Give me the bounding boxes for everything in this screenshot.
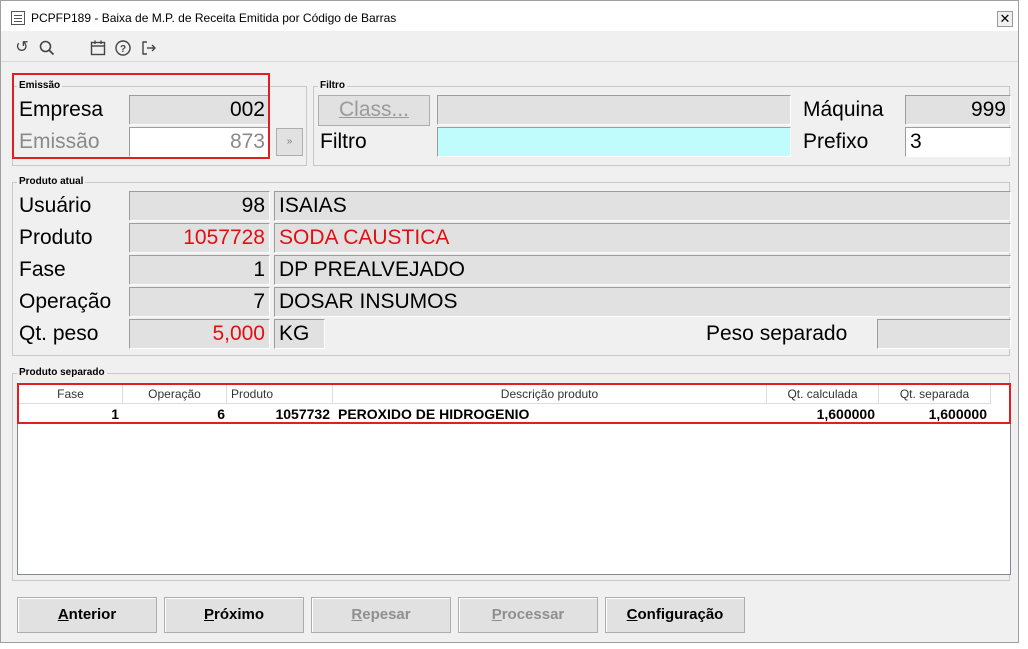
qtpeso-unit-field: KG (274, 319, 325, 349)
cell-qt-separada: 1,600000 (928, 406, 987, 422)
emissao-group-title: Emissão (17, 80, 63, 91)
produto-separado-group-title: Produto separado (17, 367, 107, 378)
anterior-button[interactable]: Anterior (17, 597, 157, 633)
maquina-label: Máquina (803, 98, 884, 121)
operacao-code-field: 7 (129, 287, 270, 317)
produto-separado-table[interactable]: Fase Operação Produto Descrição produto … (17, 383, 1011, 575)
window-title: PCPFP189 - Baixa de M.P. de Receita Emit… (31, 11, 397, 25)
main-window: PCPFP189 - Baixa de M.P. de Receita Emit… (0, 0, 1019, 643)
emissao-label: Emissão (19, 130, 100, 153)
close-button[interactable]: ✕ (997, 11, 1013, 27)
filtro-label: Filtro (320, 130, 367, 153)
operacao-name-field: DOSAR INSUMOS (274, 287, 1011, 317)
filtro-group-title: Filtro (318, 80, 347, 91)
cell-operacao: 6 (217, 406, 225, 422)
processar-button-label: rocessar (501, 606, 565, 623)
emissao-field[interactable]: 873 (129, 127, 270, 157)
app-icon (11, 11, 25, 25)
toolbar: ↺ ? (1, 32, 1018, 62)
anterior-button-mnemonic: A (57, 606, 69, 623)
operacao-label: Operação (19, 290, 112, 313)
prefixo-label: Prefixo (803, 130, 869, 153)
empresa-field[interactable]: 002 (129, 95, 270, 125)
repesar-button-mnemonic: R (351, 606, 363, 623)
anterior-button-label: nterior (68, 606, 117, 623)
configuracao-button[interactable]: Configuração (605, 597, 745, 633)
cell-produto: 1057732 (275, 406, 330, 422)
configuracao-button-mnemonic: C (626, 606, 638, 623)
column-header-operacao[interactable]: Operação (123, 385, 227, 404)
emissao-picker-button[interactable]: » (276, 128, 303, 156)
proximo-button-label: róximo (214, 606, 265, 623)
proximo-button-mnemonic: P (203, 606, 214, 623)
exit-icon[interactable] (140, 39, 158, 57)
peso-separado-label: Peso separado (706, 322, 848, 345)
class-field (437, 95, 791, 125)
repesar-button-label: epesar (362, 606, 411, 623)
peso-separado-field (877, 319, 1011, 349)
usuario-name-field: ISAIAS (274, 191, 1011, 221)
produto-name-field: SODA CAUSTICA (274, 223, 1011, 253)
column-header-produto[interactable]: Produto (227, 385, 333, 404)
column-header-qt-calculada[interactable]: Qt. calculada (767, 385, 879, 404)
repesar-button[interactable]: Repesar (311, 597, 451, 633)
produto-atual-group-title: Produto atual (17, 176, 86, 187)
column-header-descricao[interactable]: Descrição produto (333, 385, 767, 404)
window-edge-bottom (0, 643, 1028, 649)
configuracao-button-label: onfiguração (637, 606, 724, 623)
cell-descricao: PEROXIDO DE HIDROGENIO (338, 406, 530, 422)
produto-label: Produto (19, 226, 93, 249)
column-header-fase[interactable]: Fase (19, 385, 123, 404)
qtpeso-field: 5,000 (129, 319, 270, 349)
table-header: Fase Operação Produto Descrição produto … (18, 384, 1010, 404)
fase-label: Fase (19, 258, 66, 281)
column-header-qt-separada[interactable]: Qt. separada (879, 385, 991, 404)
fase-code-field: 1 (129, 255, 270, 285)
processar-button-mnemonic: P (491, 606, 502, 623)
empresa-label: Empresa (19, 98, 104, 121)
window-edge-right (1019, 0, 1028, 649)
fase-name-field: DP PREALVEJADO (274, 255, 1011, 285)
title-bar: PCPFP189 - Baixa de M.P. de Receita Emit… (1, 1, 1018, 31)
produto-code-field: 1057728 (129, 223, 270, 253)
search-icon[interactable] (38, 39, 56, 57)
cell-fase: 1 (111, 406, 119, 422)
qtpeso-label: Qt. peso (19, 322, 99, 345)
usuario-code-field: 98 (129, 191, 270, 221)
maquina-field: 999 (905, 95, 1011, 125)
help-icon[interactable]: ? (114, 39, 132, 57)
proximo-button[interactable]: Próximo (164, 597, 304, 633)
processar-button[interactable]: Processar (458, 597, 598, 633)
class-button[interactable]: Class... (318, 95, 430, 126)
usuario-label: Usuário (19, 194, 92, 217)
svg-text:?: ? (120, 44, 126, 55)
filtro-input[interactable] (437, 127, 791, 157)
refresh-icon[interactable]: ↺ (13, 39, 31, 57)
prefixo-input[interactable]: 3 (905, 127, 1011, 157)
cell-qt-calculada: 1,600000 (816, 406, 875, 422)
calendar-icon[interactable] (89, 39, 107, 57)
